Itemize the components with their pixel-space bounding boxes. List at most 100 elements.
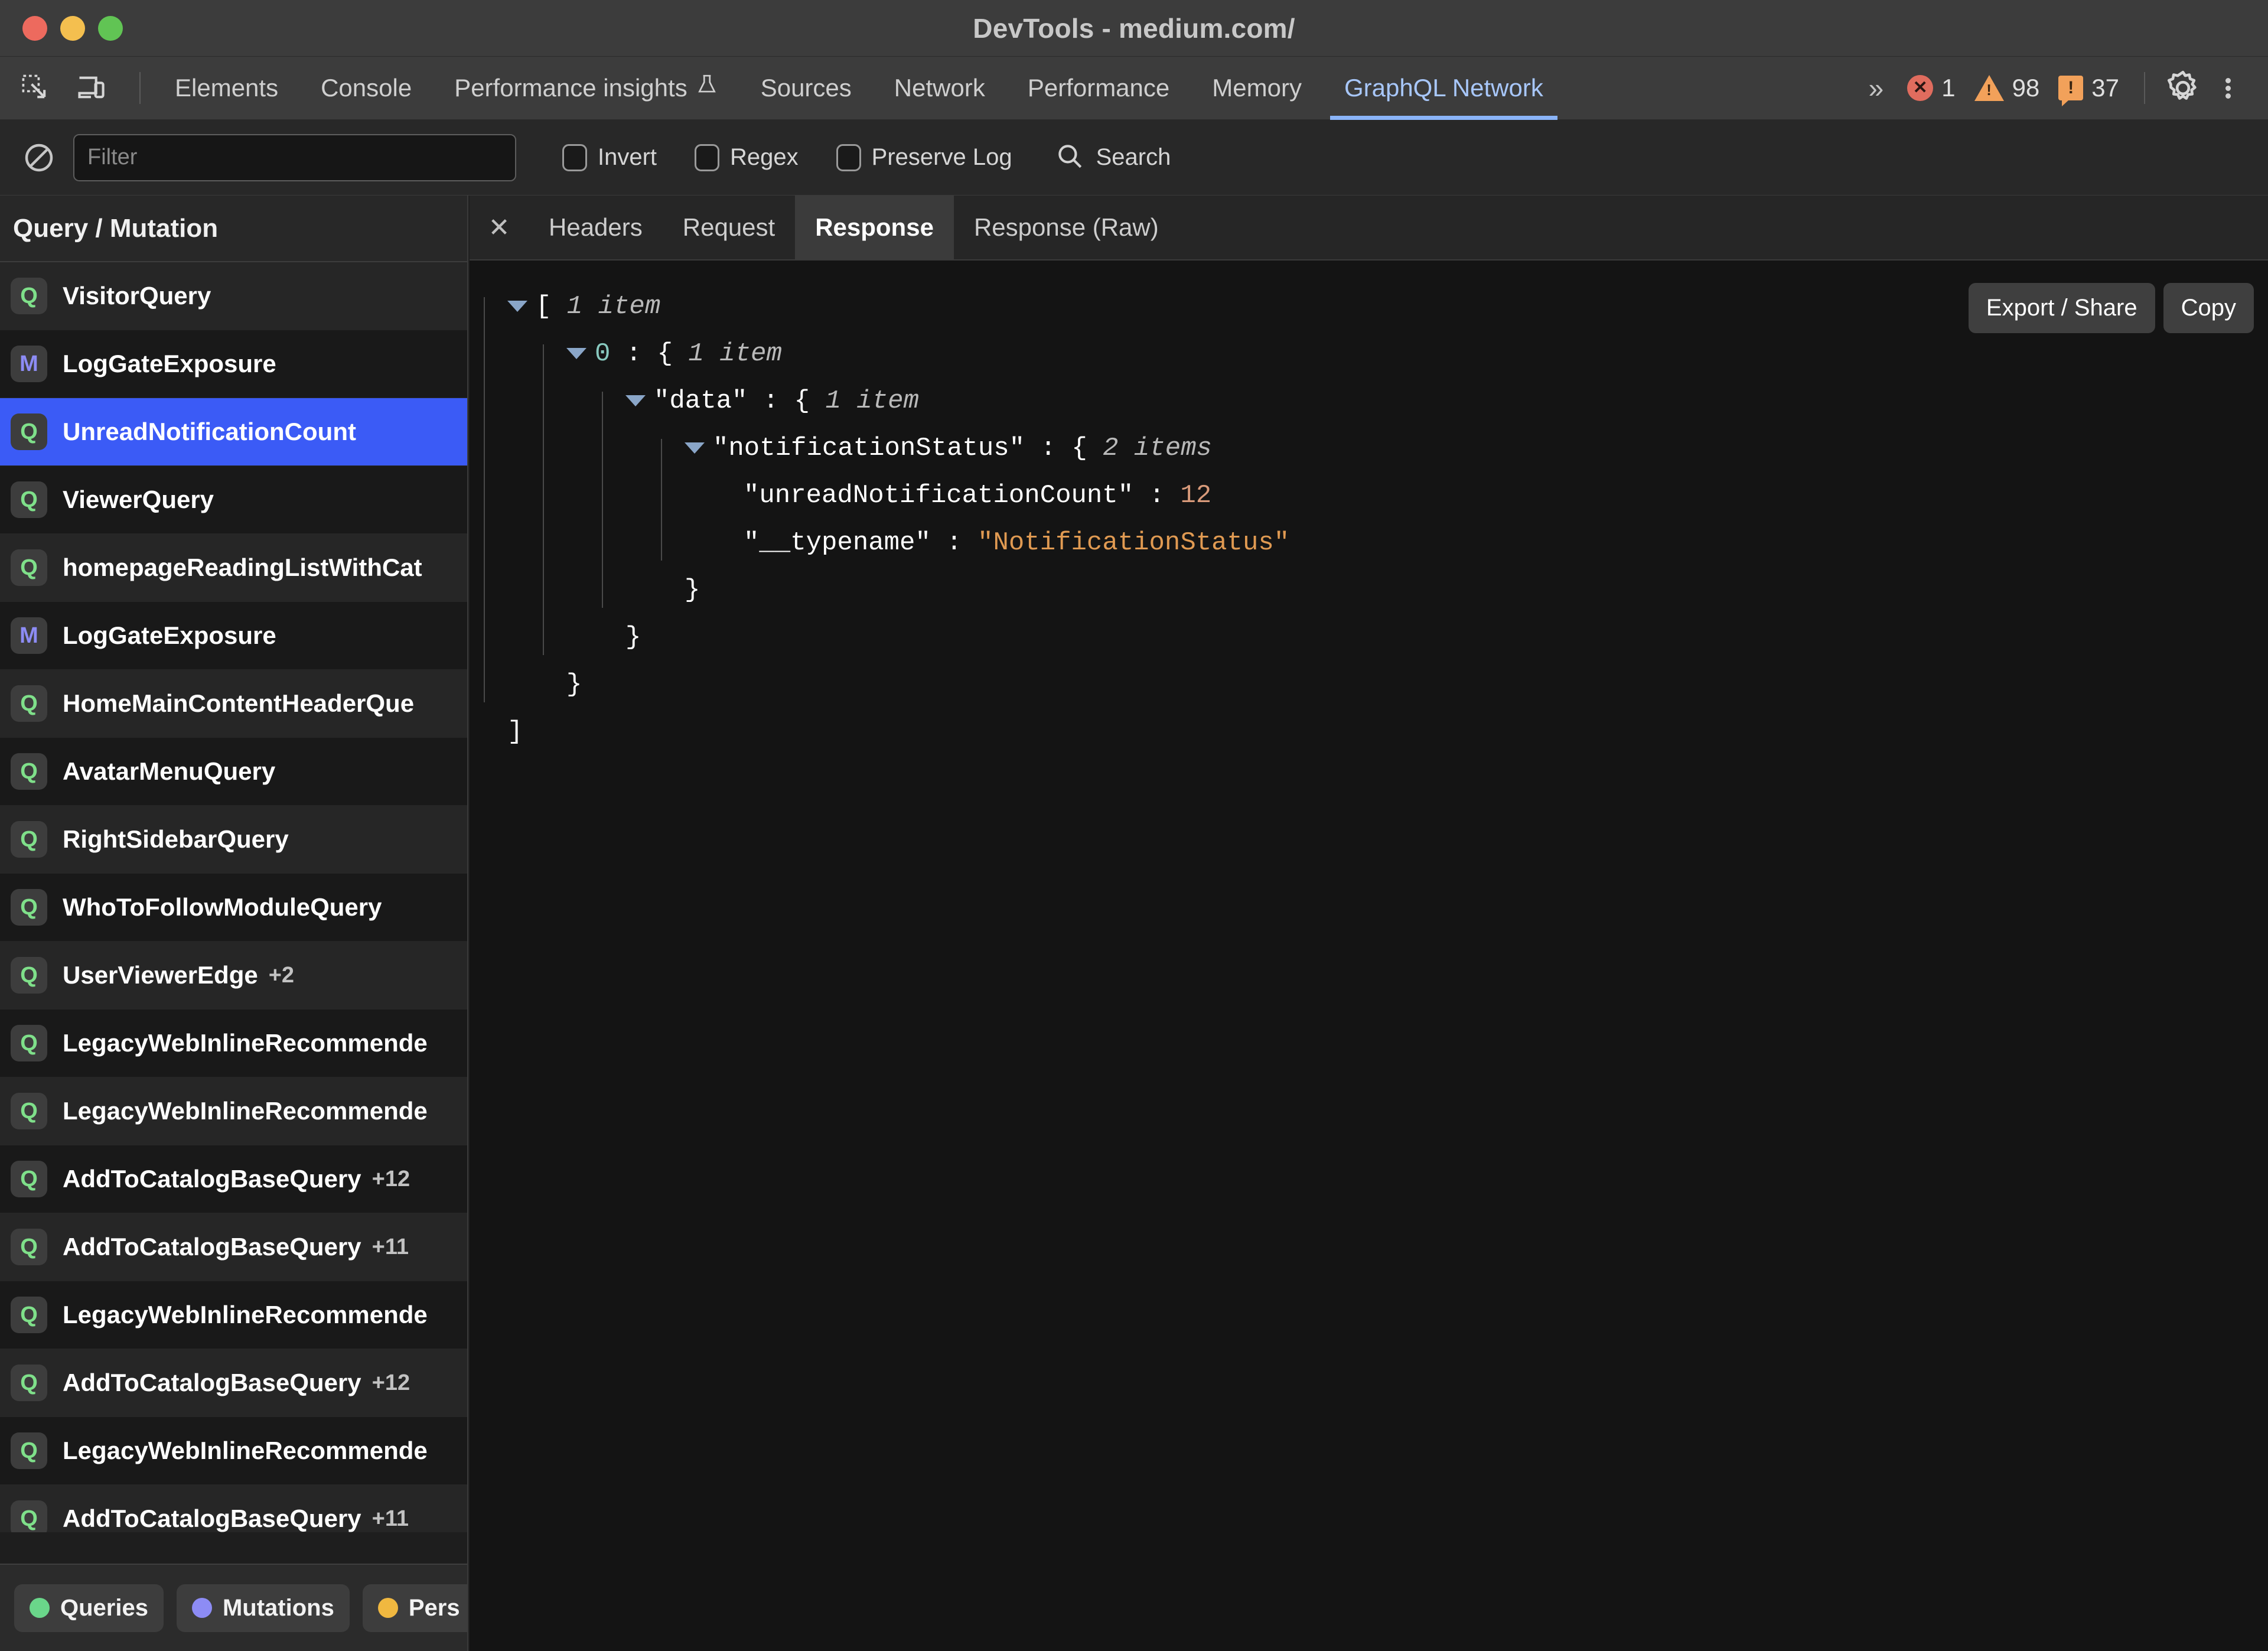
regex-checkbox[interactable] xyxy=(695,144,720,171)
error-count-badge[interactable]: ✕ 1 xyxy=(1898,74,1964,102)
query-badge-icon: Q xyxy=(11,1161,47,1197)
gear-icon[interactable] xyxy=(2161,66,2205,110)
tab-performance-insights[interactable]: Performance insights xyxy=(433,57,739,120)
tab-performance-insights-label: Performance insights xyxy=(454,74,687,102)
query-badge-icon: Q xyxy=(11,957,47,994)
info-count-badge[interactable]: ! 37 xyxy=(2049,74,2129,106)
tab-response[interactable]: Response xyxy=(795,196,954,259)
json-bracket: } xyxy=(685,575,700,605)
tab-network-label: Network xyxy=(894,74,985,102)
query-list-item[interactable]: M LogGateExposure xyxy=(0,330,467,398)
invert-checkbox-row[interactable]: Invert xyxy=(543,144,676,171)
query-list-item[interactable]: Q WhoToFollowModuleQuery xyxy=(0,874,467,942)
json-tree-row[interactable]: "data" : { 1 item xyxy=(507,377,2268,425)
legend-chip[interactable]: Mutations xyxy=(176,1584,350,1632)
query-list-item[interactable]: Q AddToCatalogBaseQuery +11 xyxy=(0,1485,467,1532)
devtools-tab-strip: Elements Console Performance insights So… xyxy=(0,57,2268,120)
invert-checkbox[interactable] xyxy=(562,144,587,171)
toolbar-left-icons xyxy=(0,68,154,108)
tab-console[interactable]: Console xyxy=(299,57,433,120)
query-list-item[interactable]: Q VisitorQuery xyxy=(0,262,467,330)
tab-memory[interactable]: Memory xyxy=(1191,57,1323,120)
legend-chip[interactable]: Queries xyxy=(14,1584,164,1632)
json-tree-row[interactable]: "unreadNotificationCount" : 12 xyxy=(507,472,2268,519)
query-badge-icon: Q xyxy=(11,413,47,450)
query-extra-count: +12 xyxy=(372,1166,410,1191)
tab-elements[interactable]: Elements xyxy=(154,57,299,120)
json-tree-row[interactable]: 0 : { 1 item xyxy=(507,330,2268,377)
search-button[interactable]: Search xyxy=(1031,141,1171,174)
query-name: AddToCatalogBaseQuery xyxy=(63,1505,361,1532)
inspect-element-icon[interactable] xyxy=(15,68,56,108)
query-extra-count: +12 xyxy=(372,1370,410,1395)
tab-graphql-network[interactable]: GraphQL Network xyxy=(1323,57,1565,120)
query-name: LegacyWebInlineRecommende xyxy=(63,1029,428,1057)
regex-checkbox-row[interactable]: Regex xyxy=(676,144,817,171)
query-list-item[interactable]: M LogGateExposure xyxy=(0,602,467,670)
query-name: LegacyWebInlineRecommende xyxy=(63,1437,428,1464)
copy-button[interactable]: Copy xyxy=(2163,283,2254,333)
legend-chip[interactable]: Pers xyxy=(362,1584,467,1632)
search-icon xyxy=(1055,141,1084,174)
preserve-log-checkbox-row[interactable]: Preserve Log xyxy=(817,144,1031,171)
query-list-item[interactable]: Q RightSidebarQuery xyxy=(0,806,467,874)
json-tree-row[interactable]: ] xyxy=(507,708,2268,756)
json-tree-row[interactable]: } xyxy=(507,566,2268,614)
json-colon: : xyxy=(930,528,978,558)
query-list-item[interactable]: Q LegacyWebInlineRecommende xyxy=(0,1281,467,1349)
regex-label: Regex xyxy=(730,144,799,170)
query-list-item[interactable]: Q LegacyWebInlineRecommende xyxy=(0,1010,467,1077)
detail-panel: ✕ Headers Request Response Response (Raw… xyxy=(470,196,2268,1651)
response-body: Export / Share Copy [ 1 item 0 : { 1 item… xyxy=(470,260,2268,1651)
kebab-icon[interactable] xyxy=(2205,66,2250,110)
query-list-item[interactable]: Q LegacyWebInlineRecommende xyxy=(0,1417,467,1485)
query-list-item[interactable]: Q UnreadNotificationCount xyxy=(0,398,467,466)
query-list-item[interactable]: Q UserViewerEdge +2 xyxy=(0,942,467,1010)
query-badge-icon: Q xyxy=(11,278,47,314)
json-key: "data" xyxy=(654,386,748,416)
query-list-item[interactable]: Q LegacyWebInlineRecommende xyxy=(0,1077,467,1145)
export-share-button[interactable]: Export / Share xyxy=(1968,283,2155,333)
tab-response-raw[interactable]: Response (Raw) xyxy=(954,196,1179,259)
query-name: ViewerQuery xyxy=(63,486,214,513)
json-item-count: 1 item xyxy=(673,339,782,369)
json-tree[interactable]: [ 1 item 0 : { 1 item "data" : { 1 item "no… xyxy=(470,260,2268,756)
chevron-down-icon[interactable] xyxy=(685,442,705,454)
more-tabs-chevron-icon[interactable]: » xyxy=(1851,72,1898,104)
query-list-item[interactable]: QhomepageReadingListWithCat xyxy=(0,534,467,602)
chevron-down-icon[interactable] xyxy=(507,300,527,312)
legend-label: Queries xyxy=(60,1594,148,1621)
warning-count-badge[interactable]: ! 98 xyxy=(1965,74,2049,102)
tab-performance[interactable]: Performance xyxy=(1006,57,1191,120)
legend-bar: Queries Mutations Pers xyxy=(0,1564,467,1651)
json-tree-row[interactable]: } xyxy=(507,614,2268,661)
tab-headers[interactable]: Headers xyxy=(529,196,663,259)
close-icon[interactable]: ✕ xyxy=(470,196,529,259)
query-name: LegacyWebInlineRecommende xyxy=(63,1301,428,1328)
tab-request[interactable]: Request xyxy=(663,196,795,259)
chevron-down-icon[interactable] xyxy=(566,347,586,359)
tab-sources[interactable]: Sources xyxy=(739,57,873,120)
filter-bar: Invert Regex Preserve Log Search xyxy=(0,120,2268,196)
preserve-log-checkbox[interactable] xyxy=(836,144,861,171)
query-badge-icon: Q xyxy=(11,889,47,926)
query-list-item[interactable]: Q HomeMainContentHeaderQue xyxy=(0,670,467,738)
chevron-down-icon[interactable] xyxy=(625,395,646,406)
json-tree-row[interactable]: } xyxy=(507,661,2268,708)
toolbar-divider xyxy=(139,72,141,104)
query-list-item[interactable]: Q AddToCatalogBaseQuery +11 xyxy=(0,1213,467,1281)
query-list-item[interactable]: Q ViewerQuery xyxy=(0,466,467,534)
json-tree-row[interactable]: "notificationStatus" : { 2 items xyxy=(507,425,2268,472)
tab-network[interactable]: Network xyxy=(873,57,1006,120)
clear-icon[interactable] xyxy=(18,136,60,179)
filter-input[interactable] xyxy=(73,133,516,181)
legend-dot-icon xyxy=(377,1598,398,1618)
query-list[interactable]: Q VisitorQuery M LogGateExposure Q UnreadNoti… xyxy=(0,262,467,1532)
query-list-item[interactable]: Q AddToCatalogBaseQuery +12 xyxy=(0,1145,467,1213)
json-bracket: [ xyxy=(536,292,552,321)
legend-dot-icon xyxy=(191,1598,212,1618)
json-tree-row[interactable]: "__typename" : "NotificationStatus" xyxy=(507,519,2268,566)
query-list-item[interactable]: Q AvatarMenuQuery xyxy=(0,738,467,806)
device-toolbar-icon[interactable] xyxy=(71,68,111,108)
query-list-item[interactable]: Q AddToCatalogBaseQuery +12 xyxy=(0,1349,467,1417)
